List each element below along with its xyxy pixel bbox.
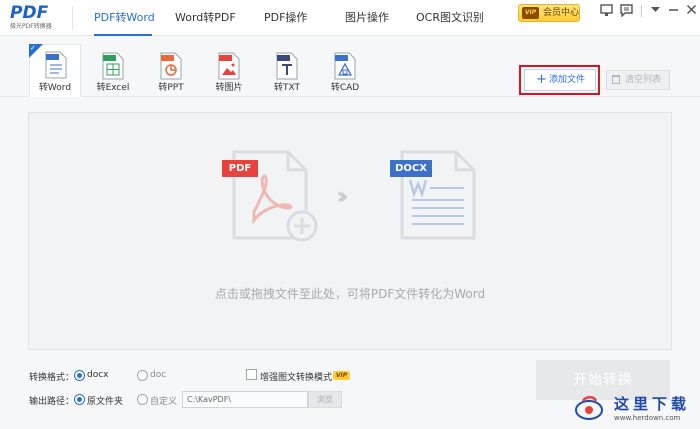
cad-file-icon	[334, 52, 356, 80]
excel-file-icon	[102, 52, 124, 80]
clear-list-button[interactable]: 清空列表	[606, 70, 670, 90]
logo-subtitle: 极光PDF转换器	[10, 23, 52, 30]
browse-button[interactable]: 浏览	[308, 391, 342, 408]
enhance-mode-checkbox[interactable]	[246, 369, 257, 380]
ppt-file-icon	[160, 52, 182, 80]
image-file-icon	[218, 52, 240, 80]
top-bar: PDF 极光PDF转换器 PDF转Word Word转PDF PDF操作 图片操…	[0, 0, 700, 36]
word-file-icon	[45, 51, 67, 79]
vip-crown-icon: VIP	[522, 7, 539, 19]
format-docx-label: docx	[87, 370, 109, 380]
feedback-icon[interactable]	[599, 4, 613, 18]
message-icon[interactable]	[619, 4, 633, 18]
tool-to-ppt[interactable]: 转PPT	[145, 46, 197, 96]
checkmark-icon: ✓	[30, 44, 36, 52]
tool-to-excel[interactable]: 转Excel	[87, 46, 139, 96]
tool-label-excel: 转Excel	[96, 83, 130, 93]
convert-arrow-icon: ››	[336, 182, 349, 210]
plus-icon: +	[536, 72, 547, 87]
tab-pdf-to-word[interactable]: PDF转Word	[94, 0, 155, 36]
app-logo: PDF 极光PDF转换器	[10, 3, 66, 33]
watermark-url: www.herdown.com	[614, 414, 681, 422]
output-path-input[interactable]: C:\KavPDF\	[182, 391, 308, 408]
watermark-logo-icon	[575, 396, 603, 420]
logo-divider	[72, 6, 73, 30]
tab-word-to-pdf[interactable]: Word转PDF	[175, 0, 236, 36]
tab-ocr[interactable]: OCR图文识别	[416, 0, 484, 36]
output-original-radio[interactable]	[74, 394, 85, 405]
output-custom-radio[interactable]	[137, 394, 148, 405]
watermark-text: 这里下载	[614, 395, 691, 413]
tool-label-word: 转Word	[38, 83, 72, 93]
app-window: PDF 极光PDF转换器 PDF转Word Word转PDF PDF操作 图片操…	[0, 0, 700, 429]
tool-to-txt[interactable]: 转TXT	[261, 46, 313, 96]
output-custom-label: 自定义	[150, 397, 178, 407]
output-original-label: 原文件夹	[87, 397, 124, 407]
docx-target-tag: DOCX	[390, 160, 432, 177]
enhance-mode-label: 增强图文转换模式	[260, 373, 333, 383]
drop-hint: 点击或拖拽文件至此处，可将PDF文件转化为Word	[214, 287, 486, 301]
pdf-source-tag: PDF	[222, 160, 258, 177]
tool-to-image[interactable]: 转图片	[203, 46, 255, 96]
tab-pdf-operations[interactable]: PDF操作	[264, 0, 307, 36]
vip-badge: VIP	[333, 371, 350, 380]
vip-center-button[interactable]: VIP 会员中心	[518, 4, 580, 22]
output-path-label: 输出路径：	[29, 397, 75, 407]
vip-center-label: 会员中心	[543, 8, 580, 18]
add-file-label: 添加文件	[549, 75, 586, 85]
tool-label-txt: 转TXT	[273, 83, 300, 93]
site-watermark: 这里下载 www.herdown.com	[574, 393, 694, 427]
format-label: 转换格式：	[29, 373, 75, 383]
file-drop-zone[interactable]: 点击或拖拽文件至此处，可将PDF文件转化为Word	[28, 112, 672, 350]
clear-list-label: 清空列表	[625, 75, 662, 85]
format-doc-radio[interactable]	[137, 370, 148, 381]
tab-image-operations[interactable]: 图片操作	[345, 0, 389, 36]
minimize-icon[interactable]	[666, 4, 680, 18]
logo-text: PDF	[10, 3, 49, 23]
format-doc-label: doc	[150, 370, 167, 380]
toolbar-divider	[641, 5, 642, 17]
menu-dropdown-icon[interactable]	[648, 4, 662, 18]
tool-to-cad[interactable]: 转CAD	[319, 46, 371, 96]
tool-label-cad: 转CAD	[330, 83, 360, 93]
active-tab-indicator	[94, 34, 152, 36]
add-file-button[interactable]: + 添加文件	[524, 69, 596, 91]
close-icon[interactable]	[684, 4, 698, 18]
trash-icon	[612, 75, 620, 84]
format-docx-radio[interactable]	[74, 370, 85, 381]
tool-label-image: 转图片	[215, 83, 243, 93]
txt-file-icon	[276, 52, 298, 80]
tool-label-ppt: 转PPT	[158, 83, 184, 93]
